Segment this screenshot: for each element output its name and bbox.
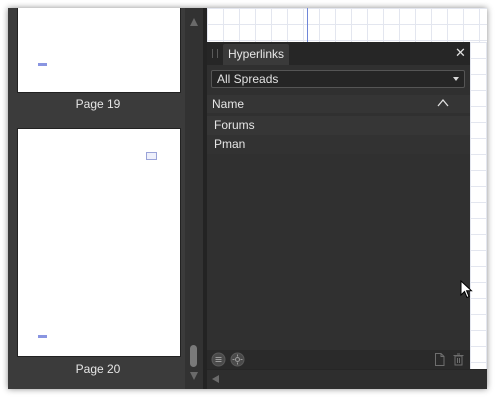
navigate-icon[interactable] bbox=[230, 352, 245, 367]
panel-footer bbox=[207, 350, 470, 369]
name-column-header[interactable]: Name bbox=[207, 95, 470, 113]
document-canvas[interactable] bbox=[207, 8, 487, 42]
sort-ascending-icon[interactable] bbox=[437, 97, 449, 109]
page-label-20: Page 20 bbox=[75, 362, 121, 376]
thumbnail-link-box bbox=[146, 152, 157, 160]
drag-grip-icon[interactable] bbox=[212, 49, 218, 58]
chevron-down-icon bbox=[453, 77, 459, 81]
scroll-down-arrow-icon[interactable] bbox=[190, 372, 198, 380]
list-item[interactable]: Pman bbox=[207, 135, 470, 154]
list-options-icon[interactable] bbox=[211, 352, 226, 367]
document-canvas-edge bbox=[470, 42, 487, 369]
panel-header: Hyperlinks ✕ bbox=[207, 42, 470, 65]
page-label-19: Page 19 bbox=[75, 97, 121, 111]
page-thumbnail-19[interactable] bbox=[17, 8, 181, 93]
new-document-icon[interactable] bbox=[432, 352, 447, 367]
pages-scrollbar[interactable] bbox=[185, 8, 203, 389]
scroll-left-arrow-icon[interactable] bbox=[212, 375, 219, 383]
trash-icon[interactable] bbox=[451, 352, 466, 367]
thumbnail-link-mark bbox=[38, 63, 47, 66]
close-icon[interactable]: ✕ bbox=[455, 46, 466, 60]
horizontal-scrollbar[interactable] bbox=[207, 369, 487, 389]
column-header-label: Name bbox=[212, 97, 245, 111]
list-item[interactable]: Forums bbox=[207, 116, 470, 135]
pages-panel: Page 19 Page 20 bbox=[8, 8, 185, 389]
page-thumbnail-20[interactable] bbox=[17, 128, 181, 357]
mouse-cursor-icon bbox=[460, 280, 473, 299]
app-window: Page 19 Page 20 Hyperlinks ✕ All Spreads… bbox=[8, 8, 487, 389]
scope-dropdown-value: All Spreads bbox=[217, 72, 279, 86]
scope-dropdown[interactable]: All Spreads bbox=[211, 70, 465, 88]
scroll-thumb[interactable] bbox=[190, 345, 197, 367]
tab-hyperlinks[interactable]: Hyperlinks bbox=[223, 44, 290, 65]
hyperlinks-panel: Hyperlinks ✕ All Spreads Name Forums Pma… bbox=[207, 42, 470, 369]
thumbnail-link-mark bbox=[38, 335, 47, 338]
guide-line bbox=[307, 8, 308, 42]
scroll-up-arrow-icon[interactable] bbox=[190, 18, 198, 26]
